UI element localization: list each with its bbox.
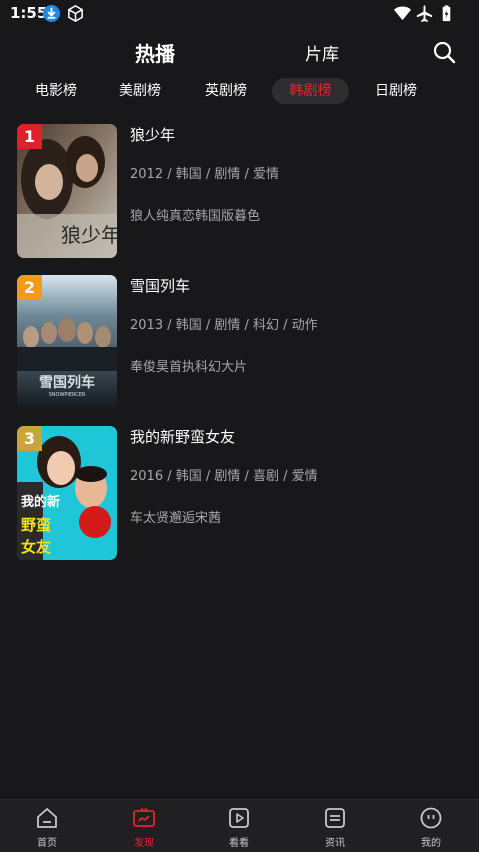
list-item[interactable]: 1 狼少年 狼少年 2012 / 韩国 / 剧情 / 爱情 狼人纯真恋韩国版暮色 <box>17 124 467 260</box>
rank-tab-japan[interactable]: 日剧榜 <box>366 78 426 104</box>
item-meta: 2016 / 韩国 / 剧情 / 喜剧 / 爱情 <box>130 469 318 484</box>
download-icon <box>42 4 61 23</box>
poster-text: 狼少年 <box>61 223 117 247</box>
video-icon <box>133 807 155 827</box>
status-bar: 1:55 <box>0 0 479 28</box>
nav-watch[interactable]: 看看 <box>209 806 269 850</box>
item-title: 雪国列车 <box>130 277 191 295</box>
nav-news[interactable]: 资讯 <box>305 806 365 850</box>
bottom-nav: 首页 发现 看看 资讯 我的 <box>0 799 479 852</box>
item-desc: 奉俊昊首执科幻大片 <box>130 360 248 375</box>
rank-badge: 3 <box>17 426 42 451</box>
battery-icon <box>442 5 451 22</box>
item-meta: 2012 / 韩国 / 剧情 / 爱情 <box>130 167 280 182</box>
tab-library[interactable]: 片库 <box>305 40 339 65</box>
item-desc: 狼人纯真恋韩国版暮色 <box>130 209 261 224</box>
rank-tab-movie[interactable]: 电影榜 <box>26 78 86 104</box>
rank-badge: 1 <box>17 124 42 149</box>
poster[interactable]: 3 我的新 野蛮 女友 <box>17 426 117 560</box>
poster-text: 女友 <box>21 538 51 556</box>
rank-tab-us[interactable]: 美剧榜 <box>110 78 170 104</box>
nav-label: 发现 <box>134 838 154 849</box>
nav-label: 资讯 <box>325 838 345 849</box>
nav-profile[interactable]: 我的 <box>401 806 461 850</box>
nav-discover[interactable]: 发现 <box>114 806 174 850</box>
profile-icon <box>420 807 442 829</box>
tab-hot[interactable]: 热播 <box>135 38 175 67</box>
airplane-icon <box>416 5 433 23</box>
nav-label: 我的 <box>421 838 441 849</box>
list-item[interactable]: 2 雪国列车 SNOWPIERCER 雪国列车 2013 / 韩国 / 剧情 /… <box>17 275 467 411</box>
wifi-icon <box>393 6 412 21</box>
poster[interactable]: 1 狼少年 <box>17 124 117 258</box>
header: 热播 片库 <box>0 30 479 74</box>
home-icon <box>37 808 57 828</box>
package-icon <box>68 5 83 22</box>
rank-tabs: 电影榜 美剧榜 英剧榜 韩剧榜 日剧榜 <box>0 78 479 104</box>
nav-label: 看看 <box>229 838 249 849</box>
play-icon <box>229 808 249 828</box>
item-title: 我的新野蛮女友 <box>130 428 236 446</box>
nav-home[interactable]: 首页 <box>17 806 77 850</box>
rank-badge: 2 <box>17 275 42 300</box>
poster-text: 雪国列车 <box>39 374 95 391</box>
search-icon[interactable] <box>432 40 456 64</box>
poster-text: 我的新 <box>21 494 60 510</box>
nav-label: 首页 <box>37 838 57 849</box>
list-item[interactable]: 3 我的新 野蛮 女友 我的新野蛮女友 2016 / 韩国 / 剧情 / 喜剧 … <box>17 426 467 562</box>
poster[interactable]: 2 雪国列车 SNOWPIERCER <box>17 275 117 409</box>
item-desc: 车太贤邂逅宋茜 <box>130 511 222 526</box>
item-meta: 2013 / 韩国 / 剧情 / 科幻 / 动作 <box>130 318 318 333</box>
poster-text: 野蛮 <box>21 516 51 534</box>
rank-tab-uk[interactable]: 英剧榜 <box>196 78 256 104</box>
item-title: 狼少年 <box>130 126 176 144</box>
poster-subtext: SNOWPIERCER <box>49 392 86 398</box>
rank-tab-korea[interactable]: 韩剧榜 <box>272 78 349 104</box>
news-icon <box>325 808 345 828</box>
